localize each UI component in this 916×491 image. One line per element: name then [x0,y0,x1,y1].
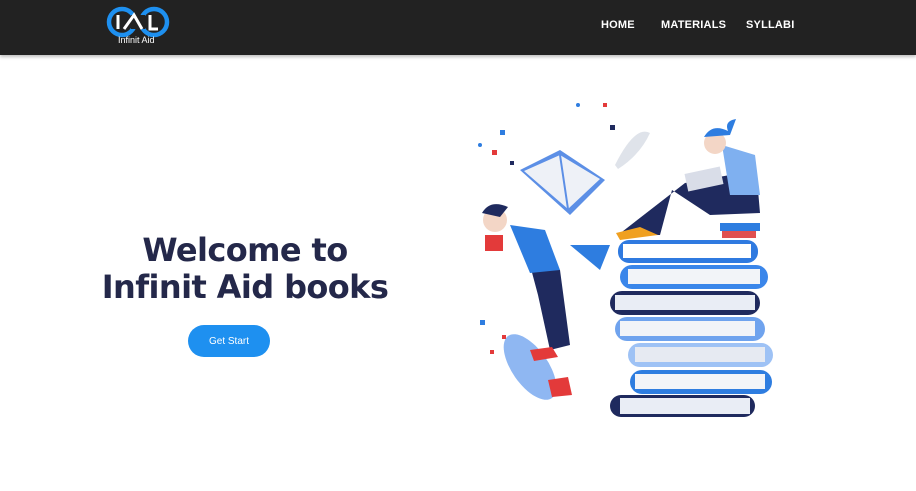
book-stack [610,240,773,417]
nav-syllabi-link[interactable]: SYLLABI [746,19,794,31]
skateboard-man-figure [482,204,610,400]
brand-name: Infinit Aid [118,35,155,45]
hero-title: Welcome to Infinit Aid books [100,232,390,306]
feather-icon [615,131,650,169]
reading-books-illustration [478,103,773,417]
navbar: Infinit Aid HOME MATERIALS SYLLABI [0,0,916,55]
nav-materials-link[interactable]: MATERIALS [661,19,726,31]
nav-home-link[interactable]: HOME [601,19,635,31]
get-start-button[interactable]: Get Start [188,325,270,357]
hero-title-line2: Infinit Aid books [101,268,389,306]
hero-title-line1: Welcome to [142,231,348,269]
floating-open-book [520,150,605,215]
